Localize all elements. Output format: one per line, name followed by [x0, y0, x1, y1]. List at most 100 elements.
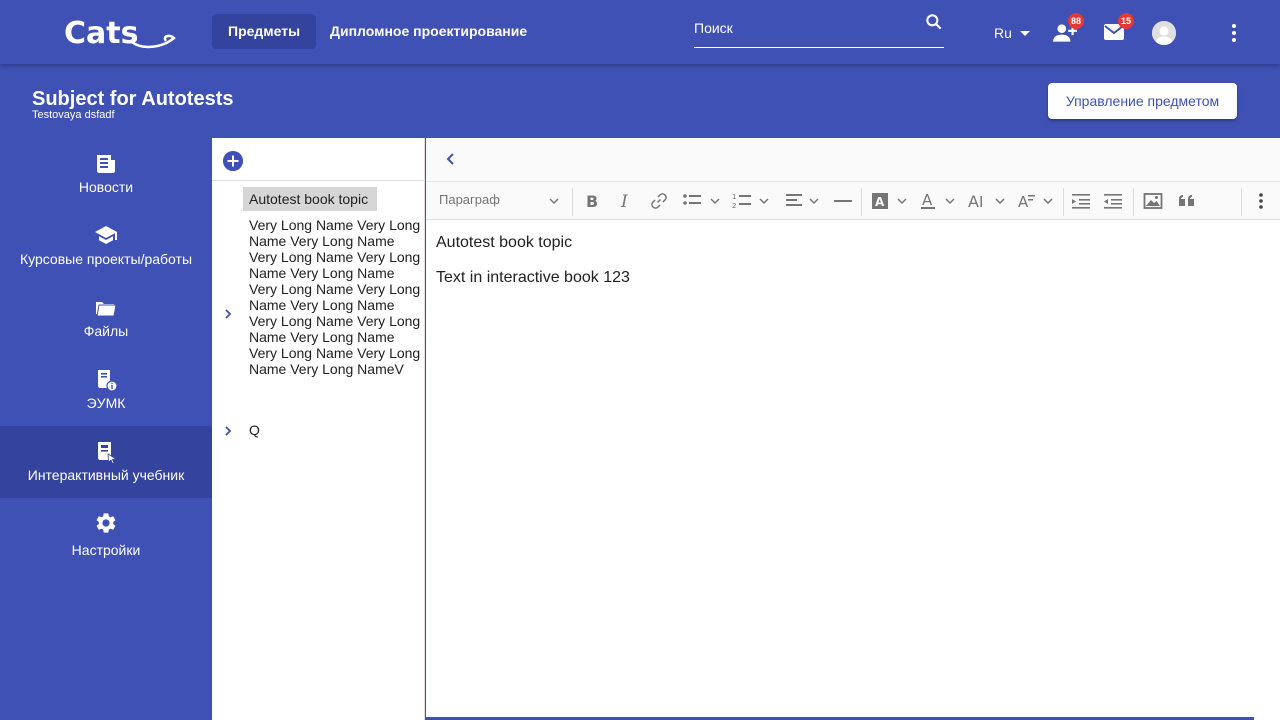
editor-header [426, 138, 1280, 181]
font-family-button[interactable]: A [1017, 191, 1059, 211]
svg-text:A: A [1018, 193, 1029, 211]
language-label: Ru [994, 25, 1012, 41]
user-avatar[interactable] [1152, 21, 1176, 45]
sidebar-item-eumk[interactable]: ЭУМК [0, 354, 212, 426]
align-button[interactable] [785, 191, 827, 211]
horizontal-line-button[interactable] [833, 191, 853, 211]
chevron-right-icon[interactable] [222, 308, 234, 320]
outdent-button[interactable] [1103, 191, 1123, 211]
svg-text:I: I [620, 192, 628, 211]
bulleted-list-button[interactable] [682, 191, 724, 211]
editor-panel: Параграф B I 1 2 A A A I A Autotest book… [426, 138, 1280, 720]
top-app-bar: Cats Предметы Дипломное проектирование R… [0, 0, 1280, 64]
topic-label: Q [249, 422, 260, 438]
quote-icon [1179, 195, 1194, 206]
toolbar-divider [1241, 188, 1242, 216]
sidebar-item-label: ЭУМК [86, 395, 126, 411]
group-requests-button[interactable]: 88 [1052, 13, 1084, 46]
svg-text:Cats: Cats [64, 16, 138, 50]
content-paragraph: Autotest book topic [436, 234, 573, 251]
topic-node[interactable]: Q [249, 422, 260, 438]
topic-node[interactable]: Autotest book topic [243, 187, 377, 211]
interactive-book-icon [98, 442, 118, 464]
svg-text:1: 1 [732, 193, 736, 201]
chevron-down-icon [1019, 31, 1030, 36]
svg-text:A: A [968, 192, 979, 211]
sidebar-item-label: Курсовые проекты/работы [19, 251, 193, 267]
topic-node[interactable]: Very Long Name Very Long Name Very Long … [249, 217, 421, 377]
search-icon[interactable] [924, 12, 944, 32]
bold-icon: B [586, 192, 598, 211]
italic-icon: I [620, 192, 628, 211]
sidebar-item-news[interactable]: Новости [0, 138, 212, 210]
svg-text:B: B [586, 192, 598, 211]
more-vert-icon [1259, 193, 1263, 209]
numbered-list-button[interactable]: 1 2 [732, 191, 774, 211]
sidebar-item-course-projects[interactable]: Курсовые проекты/работы [0, 210, 212, 282]
svg-text:I: I [979, 193, 983, 211]
topic-label: Very Long Name Very Long Name Very Long … [249, 217, 421, 377]
italic-button[interactable]: I [616, 191, 636, 211]
editor-toolbar: Параграф B I 1 2 A A A I A [426, 181, 1280, 220]
gear-icon [96, 513, 116, 533]
font-color-icon: A [921, 191, 955, 209]
block-quote-button[interactable] [1177, 191, 1197, 211]
content-paragraph: Text in interactive book 123 [436, 269, 630, 286]
insert-image-button[interactable] [1143, 191, 1163, 211]
sidebar-item-interactive-book[interactable]: Интерактивный учебник [0, 426, 212, 498]
news-icon [97, 155, 115, 173]
numbered-list-icon: 1 2 [732, 193, 769, 210]
horizontal-line-icon [834, 200, 852, 202]
sidebar: Новости Курсовые проекты/работы Файлы ЭУ… [0, 138, 212, 720]
sidebar-item-label: Новости [78, 179, 134, 195]
chevron-left-icon[interactable] [444, 152, 458, 166]
indent-icon [1072, 194, 1090, 209]
messages-button[interactable]: 15 [1102, 13, 1134, 46]
toolbar-divider [572, 188, 573, 216]
indent-button[interactable] [1071, 191, 1091, 211]
avatar-icon [1152, 21, 1176, 45]
add-topic-icon[interactable] [223, 151, 243, 171]
toolbar-divider [861, 188, 862, 216]
chevron-down-icon [549, 198, 559, 205]
nav-subjects-button[interactable]: Предметы [212, 14, 317, 49]
font-color-button[interactable]: A [920, 191, 962, 211]
topic-tree-toolbar [212, 138, 425, 181]
more-vert-icon[interactable] [1222, 21, 1246, 45]
nav-diploma-button[interactable]: Дипломное проектирование [314, 14, 543, 49]
language-select[interactable]: Ru [994, 25, 1030, 41]
subject-title: Subject for Autotests [32, 88, 234, 110]
highlight-button[interactable]: A [871, 191, 913, 211]
sidebar-item-label: Файлы [83, 323, 129, 339]
cats-logo[interactable]: Cats [62, 14, 178, 50]
topic-tree-panel: Autotest book topic Very Long Name Very … [212, 138, 425, 720]
image-icon [1143, 193, 1163, 209]
toolbar-divider [1063, 188, 1064, 216]
outdent-icon [1104, 194, 1122, 209]
chevron-right-icon[interactable] [222, 425, 234, 437]
school-icon [95, 226, 117, 244]
sidebar-item-label: Интерактивный учебник [27, 467, 185, 483]
highlight-icon: A [872, 193, 907, 209]
book-info-icon [98, 370, 118, 392]
paragraph-style-select[interactable]: Параграф [439, 192, 500, 207]
search-field [694, 10, 944, 48]
sidebar-item-files[interactable]: Файлы [0, 282, 212, 354]
link-button[interactable] [649, 191, 669, 211]
svg-text:2: 2 [732, 202, 736, 210]
sidebar-item-settings[interactable]: Настройки [0, 498, 212, 570]
search-input[interactable] [694, 18, 914, 38]
svg-text:A: A [875, 195, 885, 209]
link-icon [651, 193, 667, 209]
folder-icon [96, 302, 117, 317]
toolbar-divider [1133, 188, 1134, 216]
bold-button[interactable]: B [582, 191, 602, 211]
more-tools-button[interactable] [1251, 191, 1271, 211]
font-family-icon: A [1018, 193, 1053, 211]
editor-content[interactable]: Autotest book topic Text in interactive … [436, 235, 630, 305]
manage-subject-button[interactable]: Управление предметом [1048, 83, 1237, 119]
align-left-icon [786, 194, 819, 206]
messages-count-badge: 15 [1117, 13, 1134, 29]
subject-subtitle: Testovaya dsfadf [32, 109, 115, 121]
font-size-button[interactable]: A I [968, 191, 1010, 211]
